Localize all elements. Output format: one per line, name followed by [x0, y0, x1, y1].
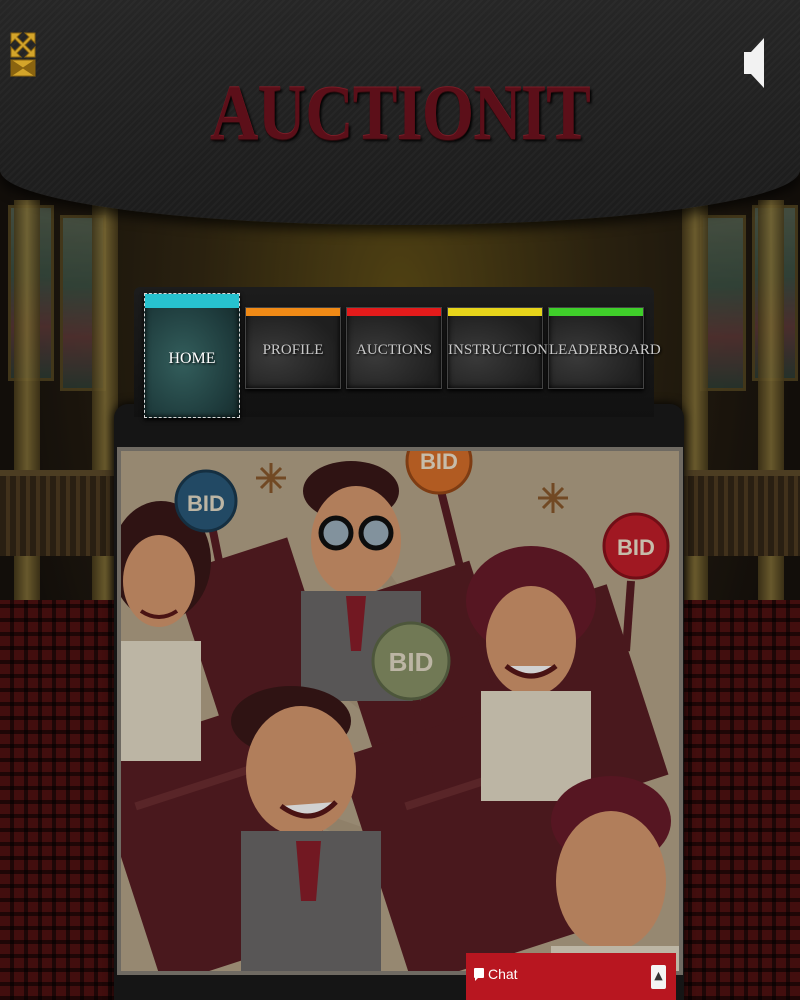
tab-label: AUCTIONS — [356, 342, 432, 358]
tab-leaderboard[interactable]: LEADERBOARD — [548, 307, 661, 389]
chat-label: Chat — [488, 966, 518, 982]
speaker-icon[interactable] — [742, 34, 768, 92]
tab-color-bar — [246, 308, 340, 316]
main-nav: HOME PROFILE AUCTIONS INSTRUCTIONS LEADE… — [134, 287, 661, 418]
tab-color-bar — [145, 294, 239, 308]
tab-home[interactable]: HOME — [144, 293, 240, 418]
chat-bubble-icon — [474, 968, 484, 981]
auction-bidders-illustration: BID BID BID BID — [121, 451, 679, 971]
home-illustration-frame: BID BID BID BID — [117, 447, 683, 975]
header: AUCTIONIT — [0, 0, 800, 225]
fullscreen-arrows-icon[interactable] — [8, 30, 38, 80]
tab-profile[interactable]: PROFILE — [245, 307, 341, 389]
tab-label: INSTRUCTIONS — [448, 342, 557, 358]
tab-instructions[interactable]: INSTRUCTIONS — [447, 307, 557, 389]
tab-color-bar — [347, 308, 441, 316]
tab-label: PROFILE — [262, 342, 324, 358]
content-panel: BID BID BID BID — [114, 404, 684, 1000]
logo: AUCTIONIT — [210, 69, 591, 156]
tab-color-bar — [448, 308, 542, 316]
chat-widget[interactable]: Chat ▲ — [466, 953, 676, 1000]
tab-color-bar — [549, 308, 643, 316]
tab-label: HOME — [168, 350, 216, 367]
tab-label: LEADERBOARD — [549, 342, 661, 358]
tab-auctions[interactable]: AUCTIONS — [346, 307, 442, 389]
chevron-up-icon[interactable]: ▲ — [651, 965, 666, 989]
